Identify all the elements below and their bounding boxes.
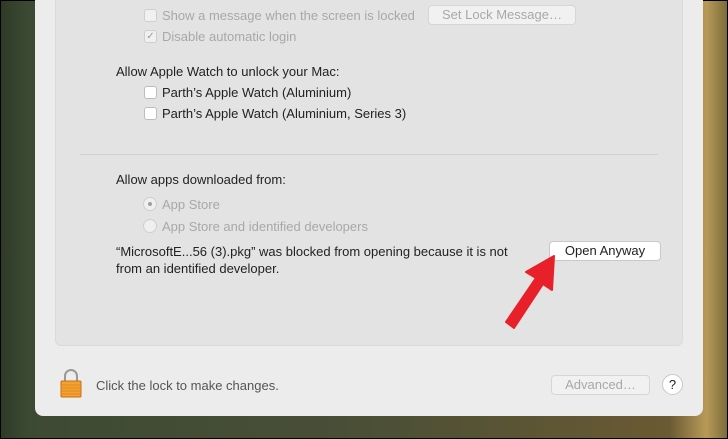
set-lock-message-button[interactable]: Set Lock Message… — [428, 5, 576, 25]
advanced-button[interactable]: Advanced… — [551, 375, 650, 395]
show-message-label: Show a message when the screen is locked — [162, 8, 415, 23]
divider — [80, 154, 658, 155]
lock-icon[interactable] — [59, 368, 83, 398]
blocked-message-line2: from an identified developer. — [116, 261, 280, 276]
watch-heading: Allow Apple Watch to unlock your Mac: — [116, 64, 340, 79]
downloads-heading: Allow apps downloaded from: — [116, 172, 286, 187]
app-store-radio[interactable] — [143, 197, 157, 211]
blocked-message-line1: “MicrosoftE...56 (3).pkg” was blocked fr… — [116, 244, 508, 259]
show-message-checkbox[interactable] — [144, 9, 157, 22]
disable-login-label: Disable automatic login — [162, 29, 297, 44]
watch-label: Parth’s Apple Watch (Aluminium, Series 3… — [162, 106, 407, 121]
red-arrow-annotation — [505, 255, 555, 329]
general-panel: Show a message when the screen is locked… — [55, 0, 683, 346]
identified-developers-radio[interactable] — [143, 219, 157, 233]
help-button[interactable]: ? — [662, 374, 683, 395]
watch-label: Parth’s Apple Watch (Aluminium) — [162, 85, 352, 100]
watch-checkbox[interactable] — [144, 86, 157, 99]
watch-checkbox[interactable] — [144, 107, 157, 120]
security-preferences-window: Show a message when the screen is locked… — [35, 0, 703, 416]
app-store-label: App Store — [162, 197, 220, 212]
lock-text: Click the lock to make changes. — [96, 378, 279, 393]
identified-developers-label: App Store and identified developers — [162, 219, 368, 234]
disable-login-checkbox[interactable]: ✓ — [144, 30, 157, 43]
